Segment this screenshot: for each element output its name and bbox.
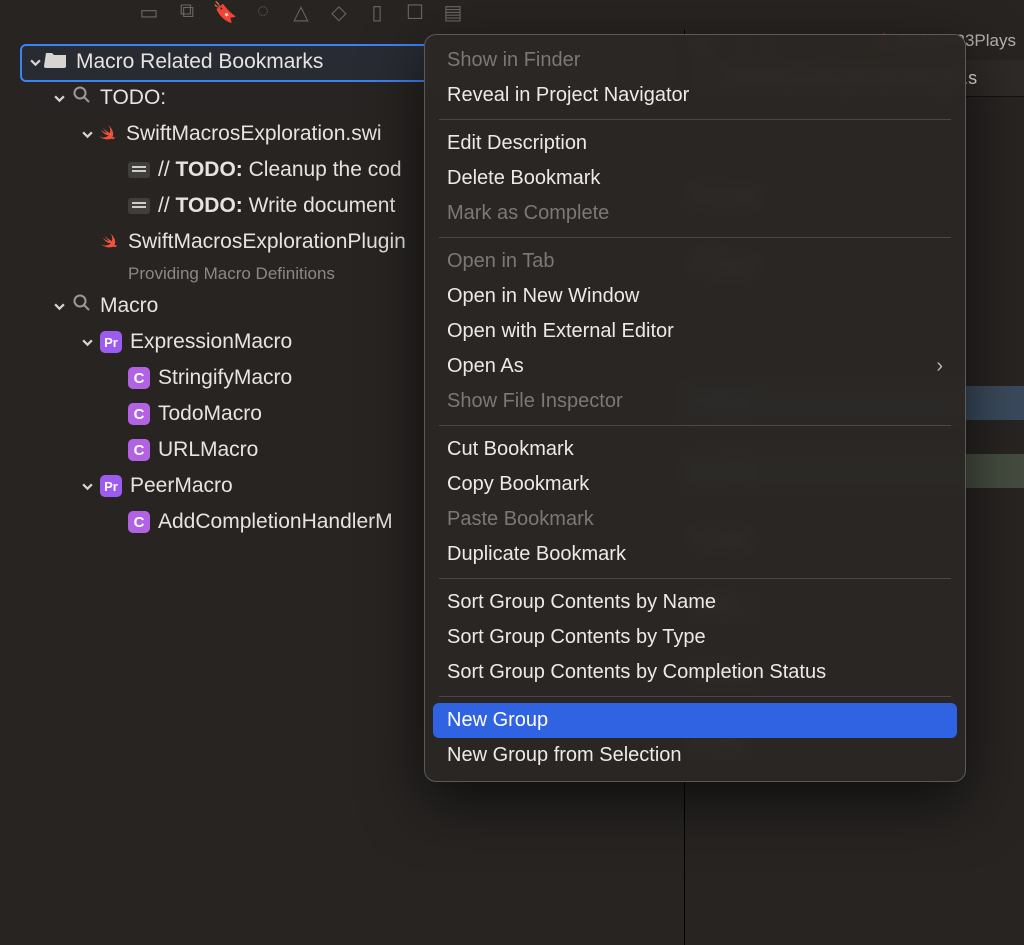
- menu-open-new-window[interactable]: Open in New Window: [425, 279, 965, 314]
- nav-icon-9[interactable]: ▤: [434, 0, 472, 25]
- stringify-macro-label: StringifyMacro: [158, 366, 292, 390]
- protocol-badge-icon: Pr: [100, 475, 122, 497]
- class-badge-icon: C: [128, 439, 150, 461]
- nav-icon-1[interactable]: ▭: [130, 0, 168, 25]
- code-line-icon: [128, 198, 150, 214]
- folder-icon: [44, 49, 68, 75]
- menu-mark-complete: Mark as Complete: [425, 196, 965, 231]
- class-badge-icon: C: [128, 367, 150, 389]
- chevron-down-icon[interactable]: [78, 481, 96, 492]
- menu-cut-bookmark[interactable]: Cut Bookmark: [425, 432, 965, 467]
- menu-show-file-inspector: Show File Inspector: [425, 384, 965, 419]
- menu-open-in-tab: Open in Tab: [425, 244, 965, 279]
- swift-file-label: SwiftMacrosExploration.swi: [126, 122, 382, 146]
- search-icon: [72, 85, 92, 111]
- peer-macro-label: PeerMacro: [130, 474, 233, 498]
- menu-open-external[interactable]: Open with External Editor: [425, 314, 965, 349]
- todo-macro-label: TodoMacro: [158, 402, 262, 426]
- macro-group-label: Macro: [100, 294, 158, 318]
- chevron-down-icon[interactable]: [78, 129, 96, 140]
- chevron-down-icon[interactable]: [78, 337, 96, 348]
- chevron-right-icon: ›: [936, 355, 943, 378]
- nav-icon-8[interactable]: ☐: [396, 0, 434, 25]
- url-macro-label: URLMacro: [158, 438, 258, 462]
- menu-sort-by-type[interactable]: Sort Group Contents by Type: [425, 620, 965, 655]
- nav-icon-2[interactable]: ⧉: [168, 0, 206, 23]
- nav-icon-6[interactable]: ◇: [320, 0, 358, 25]
- todo-item-2-label: // TODO: Write document: [158, 194, 395, 218]
- menu-duplicate-bookmark[interactable]: Duplicate Bookmark: [425, 537, 965, 572]
- navigator-toolbar: ▭ ⧉ 🔖 ◌ △ ◇ ▯ ☐ ▤: [0, 0, 1024, 30]
- protocol-badge-icon: Pr: [100, 331, 122, 353]
- nav-icon-5[interactable]: △: [282, 0, 320, 25]
- swift-file-icon: [98, 231, 120, 253]
- menu-copy-bookmark[interactable]: Copy Bookmark: [425, 467, 965, 502]
- plugin-file-subtitle: Providing Macro Definitions: [128, 264, 335, 284]
- menu-sort-by-completion[interactable]: Sort Group Contents by Completion Status: [425, 655, 965, 690]
- code-line-icon: [128, 162, 150, 178]
- class-badge-icon: C: [128, 403, 150, 425]
- menu-paste-bookmark: Paste Bookmark: [425, 502, 965, 537]
- context-menu: Show in Finder Reveal in Project Navigat…: [424, 34, 966, 782]
- menu-reveal-in-navigator[interactable]: Reveal in Project Navigator: [425, 78, 965, 113]
- todo-item-1-label: // TODO: Cleanup the cod: [158, 158, 402, 182]
- plugin-file-label: SwiftMacrosExplorationPlugin: [128, 230, 406, 254]
- root-group-label: Macro Related Bookmarks: [76, 50, 323, 74]
- chevron-down-icon[interactable]: [26, 57, 44, 68]
- menu-new-group-from-selection[interactable]: New Group from Selection: [425, 738, 965, 773]
- menu-show-in-finder: Show in Finder: [425, 43, 965, 78]
- add-completion-handler-label: AddCompletionHandlerM: [158, 510, 393, 534]
- nav-icon-7[interactable]: ▯: [358, 0, 396, 25]
- class-badge-icon: C: [128, 511, 150, 533]
- menu-new-group[interactable]: New Group: [433, 703, 957, 738]
- bookmark-navigator-icon[interactable]: 🔖: [206, 0, 244, 25]
- menu-edit-description[interactable]: Edit Description: [425, 126, 965, 161]
- search-icon: [72, 293, 92, 319]
- chevron-down-icon[interactable]: [50, 301, 68, 312]
- chevron-down-icon[interactable]: [50, 93, 68, 104]
- menu-delete-bookmark[interactable]: Delete Bookmark: [425, 161, 965, 196]
- menu-open-as[interactable]: Open As›: [425, 349, 965, 384]
- menu-sort-by-name[interactable]: Sort Group Contents by Name: [425, 585, 965, 620]
- todo-group-label: TODO:: [100, 86, 166, 110]
- swift-file-icon: [96, 123, 118, 145]
- nav-icon-4[interactable]: ◌: [244, 0, 282, 23]
- expression-macro-label: ExpressionMacro: [130, 330, 292, 354]
